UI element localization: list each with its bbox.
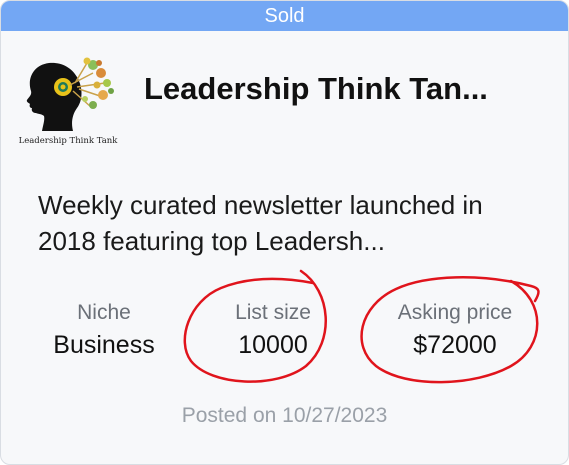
- list-size-label: List size: [235, 301, 311, 324]
- sold-banner: Sold: [1, 1, 568, 31]
- posted-date: Posted on 10/27/2023: [181, 404, 388, 427]
- leadership-head-logo-icon: Leadership Think Tank: [15, 53, 121, 149]
- list-size-stat: List size 10000: [213, 301, 333, 360]
- list-size-value: 10000: [238, 331, 308, 359]
- asking-price-value: $72000: [413, 331, 497, 359]
- asking-price-label: Asking price: [397, 301, 513, 324]
- niche-stat: Niche Business: [44, 301, 164, 360]
- niche-value: Business: [53, 331, 155, 359]
- listing-card[interactable]: Sold Leadership Think Tank Leadership Th…: [0, 0, 569, 465]
- asking-price-stat: Asking price $72000: [375, 301, 535, 360]
- logo-caption: Leadership Think Tank: [18, 136, 118, 146]
- listing-title[interactable]: Leadership Think Tan...: [144, 71, 488, 107]
- listing-description: Weekly curated newsletter launched in 20…: [38, 190, 483, 256]
- niche-label: Niche: [77, 301, 131, 324]
